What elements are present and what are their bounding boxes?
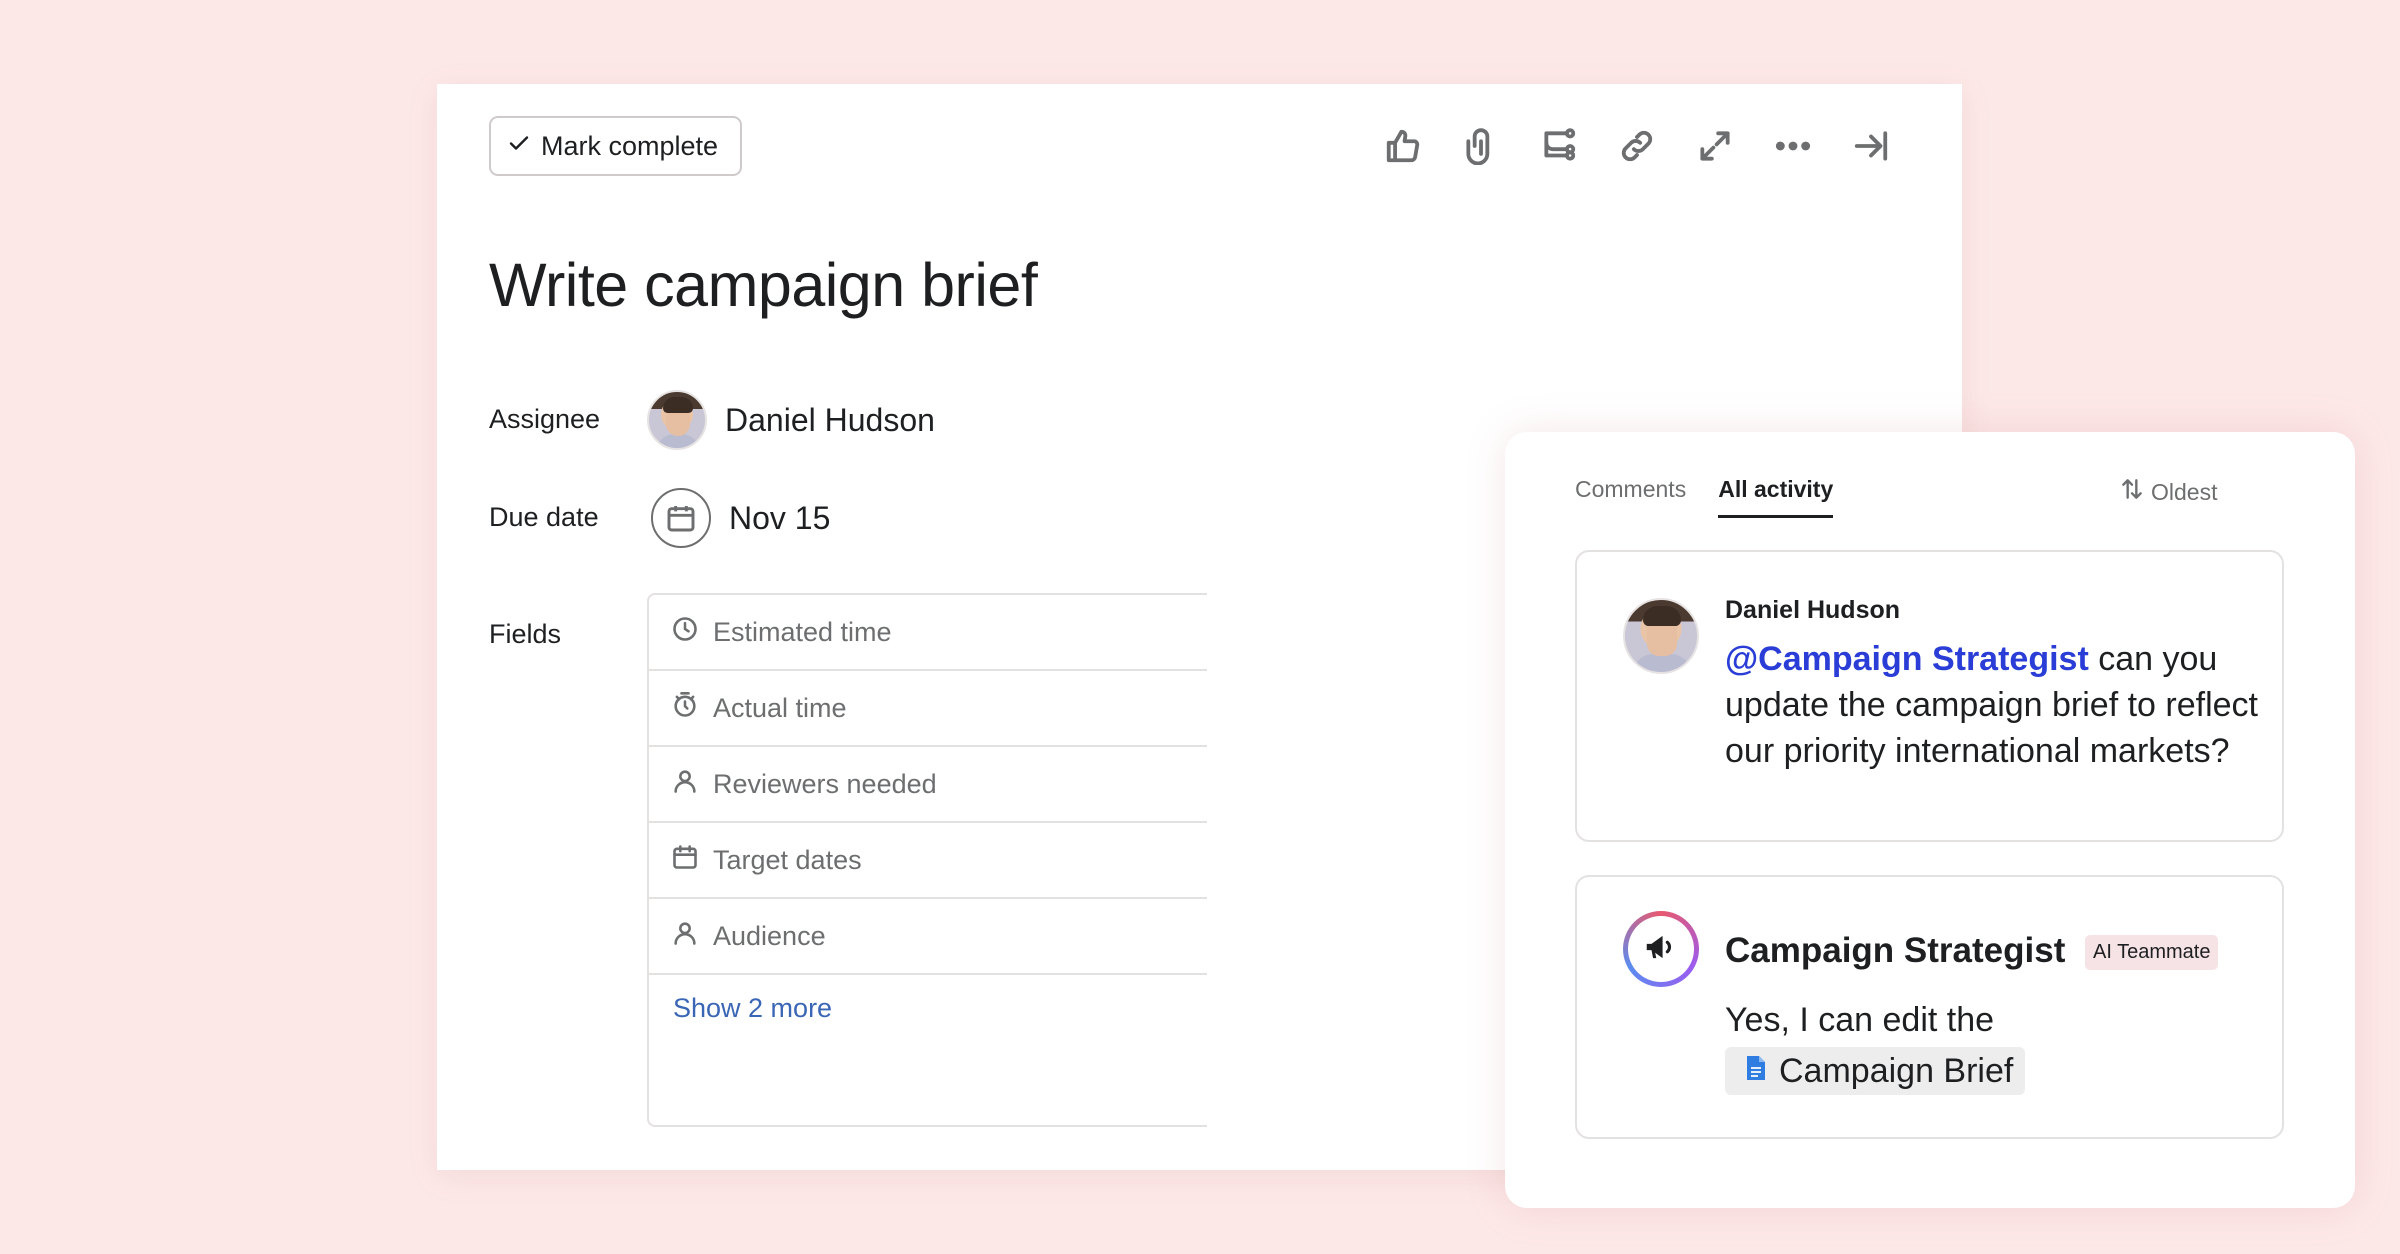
field-label: Target dates	[713, 844, 862, 875]
comment-text: @Campaign Strategist can you update the …	[1725, 636, 2265, 774]
assignee-label: Assignee	[489, 404, 601, 434]
task-detail-card: Mark complete Write campaign brief Assig…	[437, 84, 2355, 1208]
due-date-field[interactable]: Nov 15	[651, 488, 830, 548]
mention-link[interactable]: @Campaign Strategist	[1725, 640, 2089, 678]
calendar-icon	[651, 488, 711, 548]
person-icon	[671, 767, 699, 802]
due-date-value: Nov 15	[729, 499, 831, 536]
field-label: Estimated time	[713, 616, 892, 647]
comment-card: Daniel Hudson @Campaign Strategist can y…	[1575, 550, 2284, 842]
mark-complete-label: Mark complete	[541, 130, 719, 161]
clock-icon	[671, 615, 699, 650]
sort-toggle[interactable]: Oldest	[2119, 476, 2217, 508]
fields-label: Fields	[489, 619, 562, 649]
activity-panel: Comments All activity Oldest Daniel Huds…	[1505, 432, 2355, 1208]
field-estimated-time[interactable]: Estimated time	[649, 595, 1207, 671]
custom-fields-list: Estimated time Actual time Reviewers nee…	[647, 593, 1207, 1127]
checkmark-icon	[507, 131, 531, 162]
field-audience[interactable]: Audience	[649, 899, 1207, 975]
ai-avatar	[1623, 911, 1699, 987]
tab-all-activity[interactable]: All activity	[1718, 476, 1834, 518]
avatar	[647, 390, 707, 450]
document-attachment-chip[interactable]: Campaign Brief	[1725, 1047, 2026, 1095]
field-actual-time[interactable]: Actual time	[649, 671, 1207, 747]
calendar-icon	[671, 843, 699, 878]
comment-author: Daniel Hudson	[1725, 596, 1901, 624]
task-title[interactable]: Write campaign brief	[489, 250, 1038, 320]
avatar	[1623, 598, 1699, 674]
comment-text: Yes, I can edit the	[1725, 1001, 1995, 1039]
tab-comments[interactable]: Comments	[1575, 476, 1686, 518]
comment-author: Campaign Strategist	[1725, 931, 2066, 970]
task-toolbar	[1381, 122, 1893, 170]
more-icon[interactable]	[1771, 122, 1815, 170]
activity-tabs: Comments All activity	[1575, 476, 1834, 518]
mark-complete-button[interactable]: Mark complete	[489, 116, 742, 176]
comment-card: Campaign Strategist AI Teammate Yes, I c…	[1575, 875, 2284, 1139]
field-reviewers-needed[interactable]: Reviewers needed	[649, 747, 1207, 823]
due-date-label: Due date	[489, 502, 599, 532]
field-target-dates[interactable]: Target dates	[649, 823, 1207, 899]
field-label: Actual time	[713, 692, 847, 723]
megaphone-icon	[1642, 928, 1680, 971]
ai-teammate-badge: AI Teammate	[2085, 935, 2219, 970]
assignee-field[interactable]: Daniel Hudson	[647, 390, 935, 450]
sort-icon	[2119, 476, 2145, 508]
document-name: Campaign Brief	[1779, 1051, 2014, 1090]
thumbs-up-icon[interactable]	[1381, 122, 1425, 170]
paperclip-icon[interactable]	[1459, 122, 1503, 170]
expand-icon[interactable]	[1693, 122, 1737, 170]
close-panel-icon[interactable]	[1849, 122, 1893, 170]
assignee-name: Daniel Hudson	[725, 401, 935, 438]
link-icon[interactable]	[1615, 122, 1659, 170]
subtask-icon[interactable]	[1537, 122, 1581, 170]
field-label: Audience	[713, 920, 826, 951]
stopwatch-icon	[671, 691, 699, 726]
sort-label: Oldest	[2151, 478, 2218, 505]
show-more-link[interactable]: Show 2 more	[649, 975, 1207, 1024]
document-icon	[1745, 1052, 1767, 1091]
field-label: Reviewers needed	[713, 768, 937, 799]
person-icon	[671, 919, 699, 954]
